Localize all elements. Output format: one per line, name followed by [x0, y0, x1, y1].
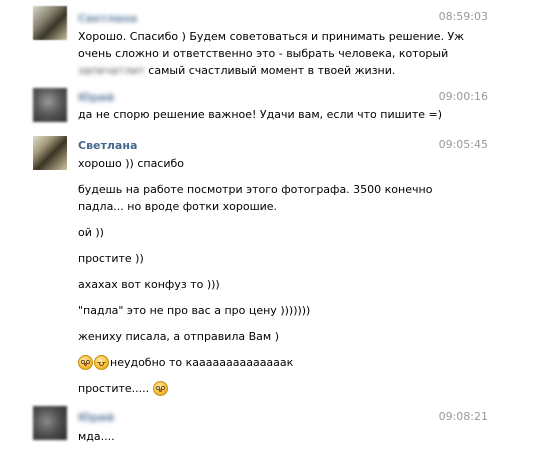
- author-name[interactable]: Юрий: [78, 411, 114, 424]
- avatar[interactable]: [33, 136, 67, 170]
- relieved-face-icon: [94, 355, 109, 370]
- flushed-face-icon: [152, 381, 168, 396]
- message-text: очень сложно и ответственно это - выбрат…: [78, 47, 449, 60]
- message-timestamp: 09:05:45: [438, 138, 488, 151]
- message-text: ахахах вот конфуз то ))): [78, 278, 220, 291]
- message-text: хорошо )) спасибо: [78, 157, 185, 170]
- flushed-face-icon: [78, 355, 93, 370]
- avatar[interactable]: [33, 406, 67, 440]
- message-text: мда....: [78, 430, 115, 443]
- message-text: да не спорю решение важное! Удачи вам, е…: [78, 108, 442, 121]
- author-name[interactable]: Юрий: [78, 91, 114, 104]
- message-timestamp: 09:08:21: [438, 410, 488, 423]
- message-text: запечатлит самый счастливый момент в тво…: [78, 62, 483, 79]
- message-text: "падла" это не про вас а про цену ))))))…: [78, 304, 311, 317]
- author-name[interactable]: Светлана: [78, 12, 137, 25]
- message-timestamp: 09:00:16: [438, 90, 488, 103]
- message-text: простите.....: [78, 382, 150, 395]
- author-name[interactable]: Светлана: [78, 139, 137, 152]
- message-timestamp: 08:59:03: [438, 10, 488, 23]
- message-text: ой )): [78, 226, 104, 239]
- avatar[interactable]: [33, 88, 67, 122]
- avatar[interactable]: [33, 6, 67, 40]
- message-text: падла... но вроде фотки хорошие.: [78, 200, 278, 213]
- message-text-with-emoji: неудобно то каааааааааааааак: [78, 354, 483, 371]
- message-text: простите )): [78, 252, 144, 265]
- message-text: неудобно то каааааааааааааак: [110, 356, 294, 369]
- message-text: жениху писала, а отправила Вам ): [78, 330, 279, 343]
- message-text: Хорошо. Спасибо ) Будем советоваться и п…: [78, 30, 465, 43]
- blurred-word: запечатлит: [78, 64, 145, 77]
- message-text: будешь на работе посмотри этого фотограф…: [78, 183, 433, 196]
- message-text-with-emoji: простите.....: [78, 380, 483, 397]
- message-text-rest: самый счастливый момент в твоей жизни.: [144, 64, 396, 77]
